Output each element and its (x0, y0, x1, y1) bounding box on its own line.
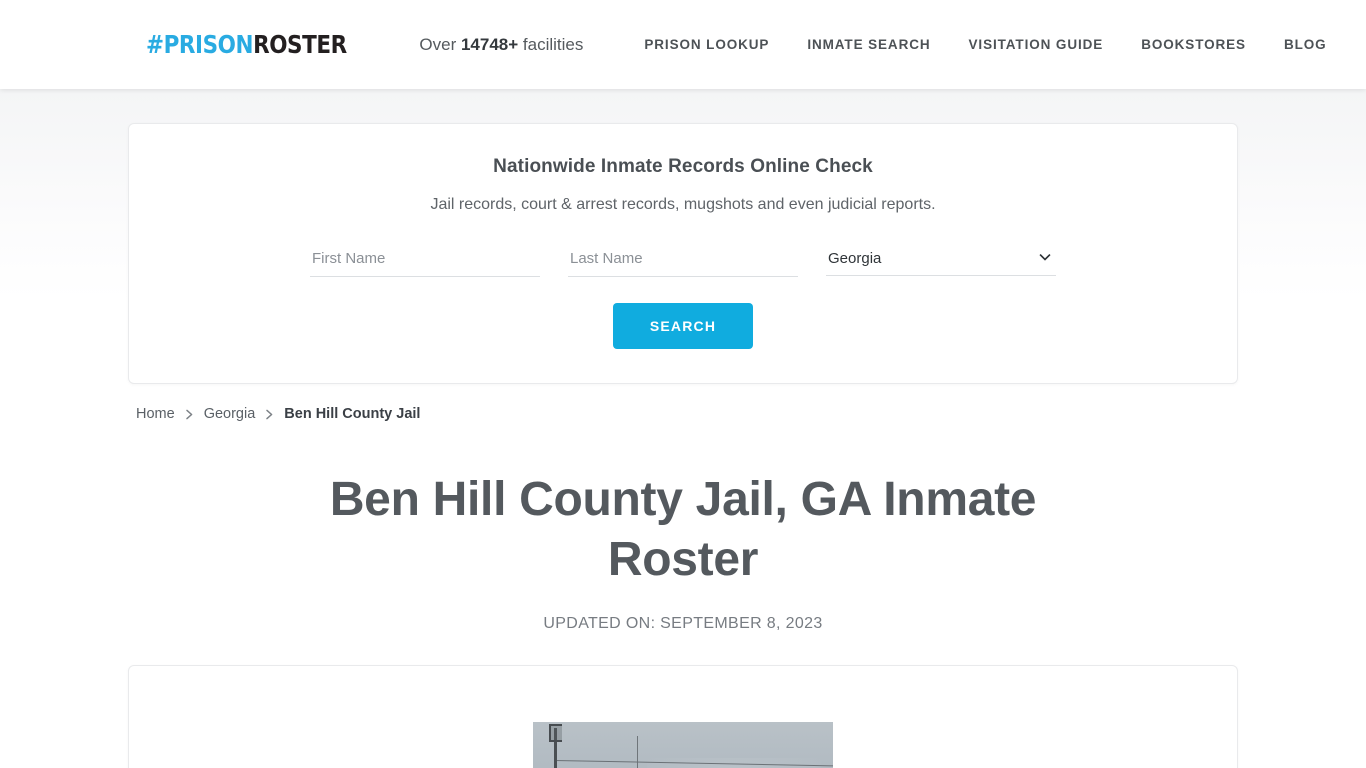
state-field: Georgia (826, 246, 1056, 277)
breadcrumb-item-current: Ben Hill County Jail (284, 406, 421, 422)
facilities-count-text: Over 14748+ facilities (419, 35, 583, 55)
nav-item-visitation-guide[interactable]: VISITATION GUIDE (950, 27, 1123, 62)
photo-pole-crossarm (549, 724, 562, 743)
nav-item-blog[interactable]: BLOG (1265, 27, 1346, 62)
site-logo[interactable]: #PRISONROSTER (146, 32, 347, 57)
inmate-search-card: Nationwide Inmate Records Online Check J… (128, 123, 1238, 384)
header-inner: #PRISONROSTER Over 14748+ facilities PRI… (128, 0, 1326, 89)
page-root: #PRISONROSTER Over 14748+ facilities PRI… (0, 0, 1366, 768)
nav-item-bookstores[interactable]: BOOKSTORES (1122, 27, 1265, 62)
nav-item-inmate-search[interactable]: INMATE SEARCH (788, 27, 949, 62)
photo-distant-pole (637, 736, 638, 768)
search-card-subtitle: Jail records, court & arrest records, mu… (430, 196, 936, 213)
logo-text-roster: ROSTER (253, 30, 347, 59)
breadcrumb-chevron-icon (184, 408, 195, 421)
logo-text-prison: #PRISON (146, 30, 254, 59)
first-name-field (310, 246, 540, 277)
last-name-input[interactable] (568, 246, 798, 277)
facility-content-card (128, 665, 1238, 768)
first-name-input[interactable] (310, 246, 540, 277)
facility-photo (533, 722, 833, 768)
breadcrumb: Home Georgia Ben Hill County Jail (128, 406, 1238, 422)
search-card-title: Nationwide Inmate Records Online Check (493, 156, 873, 177)
facilities-prefix: Over (419, 34, 461, 54)
search-button[interactable]: SEARCH (613, 303, 753, 349)
breadcrumb-item-georgia[interactable]: Georgia (204, 406, 256, 422)
updated-on-text: UPDATED ON: SEPTEMBER 8, 2023 (543, 615, 823, 633)
page-container: Nationwide Inmate Records Online Check J… (128, 123, 1238, 768)
page-title: Ben Hill County Jail, GA Inmate Roster (329, 473, 1037, 586)
facilities-suffix: facilities (518, 34, 584, 54)
main-navigation: PRISON LOOKUP INMATE SEARCH VISITATION G… (625, 27, 1345, 62)
state-select[interactable]: Georgia (826, 246, 1056, 276)
breadcrumb-item-home[interactable]: Home (136, 406, 175, 422)
breadcrumb-chevron-icon-2 (264, 408, 275, 421)
search-button-wrapper: SEARCH (159, 303, 1207, 349)
site-header: #PRISONROSTER Over 14748+ facilities PRI… (0, 0, 1366, 89)
search-form-row: Georgia (159, 246, 1207, 277)
nav-item-prison-lookup[interactable]: PRISON LOOKUP (625, 27, 788, 62)
last-name-field (568, 246, 798, 277)
facilities-number: 14748+ (460, 34, 519, 54)
